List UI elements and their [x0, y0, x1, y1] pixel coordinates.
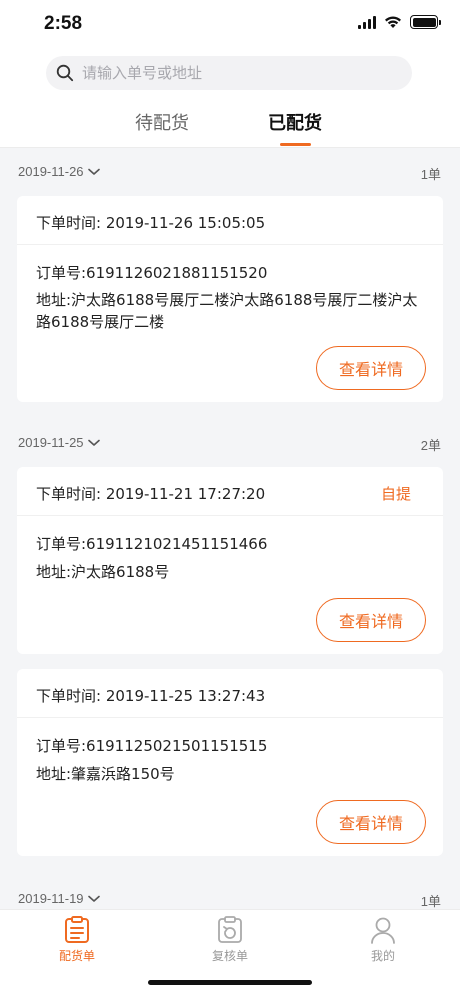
search-input[interactable] — [82, 64, 382, 82]
status-bar: 2:58 — [0, 0, 460, 50]
clipboard-refresh-icon — [218, 916, 242, 943]
group-count: 1单 — [420, 167, 441, 182]
order-card[interactable]: 下单时间: 2019-11-26 15:05:05 订单号:6191126021… — [17, 196, 443, 402]
group-header[interactable]: 2019-11-26 1单 — [0, 160, 460, 184]
order-time: 下单时间: 2019-11-26 15:05:05 — [36, 214, 266, 232]
group-date-label: 2019-11-26 — [18, 164, 84, 179]
order-address: 地址:沪太路6188号 — [36, 563, 170, 581]
status-time: 2:58 — [44, 13, 83, 34]
order-number: 订单号:6191121021451151466 — [36, 535, 268, 553]
card-header: 下单时间: 2019-11-26 15:05:05 — [17, 196, 443, 245]
tab-distribution-list[interactable]: 配货单 — [37, 916, 117, 964]
order-time: 下单时间: 2019-11-21 17:27:20 — [36, 485, 266, 503]
tab-label: 配货单 — [58, 949, 95, 963]
order-number: 订单号:6191126021881151520 — [36, 264, 268, 282]
wifi-icon — [385, 16, 401, 28]
chevron-down-icon — [87, 439, 100, 446]
active-tab-indicator — [280, 143, 311, 146]
group-date-label: 2019-11-25 — [18, 435, 84, 450]
signal-icon — [358, 15, 376, 29]
group-header[interactable]: 2019-11-19 1单 — [0, 887, 460, 911]
tab-label: 复核单 — [211, 949, 248, 963]
search-icon — [56, 64, 74, 82]
order-card[interactable]: 下单时间: 2019-11-25 13:27:43 订单号:6191125021… — [17, 669, 443, 856]
group-date[interactable]: 2019-11-25 — [18, 435, 100, 450]
search-bar[interactable] — [46, 56, 412, 90]
order-address: 地址:沪太路6188号展厅二楼沪太路6188号展厅二楼沪太路6188号展厅二楼 — [36, 291, 418, 331]
user-icon — [371, 917, 395, 944]
tab-mine[interactable]: 我的 — [343, 916, 423, 964]
battery-icon — [410, 15, 441, 29]
group-date[interactable]: 2019-11-19 — [18, 891, 100, 906]
order-card[interactable]: 下单时间: 2019-11-21 17:27:20 自提 订单号:6191121… — [17, 467, 443, 654]
home-indicator — [148, 980, 312, 985]
group-count: 2单 — [420, 438, 441, 453]
order-number: 订单号:6191125021501151515 — [36, 737, 268, 755]
group-date[interactable]: 2019-11-26 — [18, 164, 100, 179]
tab-label: 我的 — [370, 949, 395, 963]
view-details-button[interactable]: 查看详情 — [316, 346, 426, 390]
card-header: 下单时间: 2019-11-21 17:27:20 自提 — [17, 467, 443, 516]
order-time: 下单时间: 2019-11-25 13:27:43 — [36, 687, 266, 705]
group-date-label: 2019-11-19 — [18, 891, 84, 906]
view-details-button[interactable]: 查看详情 — [316, 598, 426, 642]
card-header: 下单时间: 2019-11-25 13:27:43 — [17, 669, 443, 718]
tab-review-list[interactable]: 复核单 — [190, 916, 270, 964]
status-icons — [358, 15, 441, 29]
order-address: 地址:肇嘉浜路150号 — [36, 765, 175, 783]
clipboard-list-icon — [65, 916, 89, 943]
header: 待配货 已配货 — [0, 50, 460, 148]
group-header[interactable]: 2019-11-25 2单 — [0, 431, 460, 455]
tab-distributed[interactable]: 已配货 — [268, 109, 322, 135]
pickup-badge: 自提 — [380, 485, 411, 503]
chevron-down-icon — [87, 168, 100, 175]
chevron-down-icon — [87, 895, 100, 902]
tab-pending[interactable]: 待配货 — [135, 109, 189, 135]
group-count: 1单 — [420, 894, 441, 909]
view-details-button[interactable]: 查看详情 — [316, 800, 426, 844]
